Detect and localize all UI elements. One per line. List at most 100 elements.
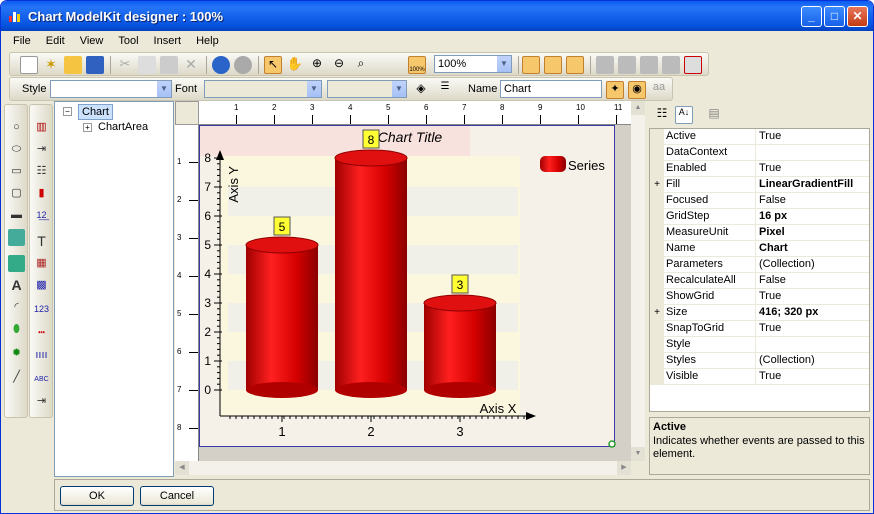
pan-hand-icon[interactable]: ✋ — [286, 56, 304, 74]
save-icon[interactable] — [86, 56, 104, 74]
tick-marks-icon[interactable]: ıııı — [33, 347, 50, 364]
tree-expand-icon[interactable]: + — [83, 123, 92, 132]
column-bar-icon[interactable]: ▩ — [33, 277, 50, 294]
number-list-icon[interactable]: 1̲2̲ — [33, 207, 50, 224]
cancel-button[interactable]: Cancel — [140, 486, 214, 506]
number-tool-icon[interactable]: 123 — [33, 301, 50, 318]
stacked-bar-icon[interactable]: ▦ — [33, 255, 50, 272]
ruler-icon[interactable] — [566, 56, 584, 74]
property-value[interactable]: True — [755, 321, 784, 337]
property-row-datacontext[interactable]: DataContext — [650, 145, 869, 161]
eye-icon[interactable]: ◉ — [628, 81, 646, 99]
property-value[interactable]: (Collection) — [755, 257, 818, 273]
property-row-measureunit[interactable]: MeasureUnit Pixel — [650, 225, 869, 241]
maximize-button[interactable]: □ — [824, 6, 845, 27]
rounded-rect-tool-icon[interactable]: ▢ — [8, 185, 25, 202]
rect-tool-icon[interactable]: ▭ — [8, 163, 25, 180]
undo-icon[interactable] — [212, 56, 230, 74]
delete-icon[interactable]: ✕ — [182, 56, 200, 74]
shape-tool-icon[interactable]: ⬮ — [8, 321, 25, 338]
vertical-scrollbar[interactable]: ▲ ▼ — [631, 101, 645, 461]
property-value[interactable]: True — [755, 289, 784, 305]
dash-line-icon[interactable]: ┅ — [33, 325, 50, 342]
scroll-right-icon[interactable]: ▶ — [617, 461, 631, 475]
menu-file[interactable]: File — [5, 32, 38, 47]
line-style-icon[interactable]: ☰ — [436, 81, 454, 99]
fill-bucket-icon[interactable]: ◈ — [412, 81, 430, 99]
expand-icon[interactable]: + — [650, 177, 664, 193]
alphabetical-icon[interactable]: A↓ — [675, 106, 693, 124]
bring-front-icon[interactable] — [596, 56, 614, 74]
property-row-styles[interactable]: Styles (Collection) — [650, 353, 869, 369]
redo-icon[interactable] — [234, 56, 252, 74]
property-row-name[interactable]: Name Chart — [650, 241, 869, 257]
property-value[interactable]: True — [755, 129, 784, 145]
expand-icon[interactable]: + — [650, 305, 664, 321]
chart-tool-icon[interactable]: ▥ — [33, 119, 50, 136]
cut-icon[interactable]: ✂ — [116, 56, 134, 74]
lightbulb-icon[interactable]: ✦ — [606, 81, 624, 99]
new-icon[interactable] — [20, 56, 38, 74]
paste-icon[interactable] — [160, 56, 178, 74]
panel-tool-icon[interactable]: ▬ — [8, 207, 25, 224]
menu-insert[interactable]: Insert — [146, 32, 189, 47]
send-back-icon[interactable] — [618, 56, 636, 74]
zoom-rect-icon[interactable]: ⌕ — [352, 56, 370, 74]
text-tool-icon[interactable]: T — [33, 233, 50, 250]
menu-edit[interactable]: Edit — [38, 32, 72, 47]
pointer-icon[interactable]: ↖ — [264, 56, 282, 74]
font-case-icon[interactable]: aa — [650, 81, 668, 99]
property-row-size[interactable]: + Size 416; 320 px — [650, 305, 869, 321]
horizontal-scrollbar[interactable]: ◀ ▶ — [175, 461, 631, 475]
menu-help[interactable]: Help — [188, 32, 226, 47]
font-select[interactable]: ▼ — [204, 80, 322, 98]
title-bar[interactable]: Chart ModelKit designer : 100% _ □ ✕ — [1, 1, 873, 31]
grid-icon[interactable] — [522, 56, 540, 74]
property-value[interactable]: 416; 320 px — [755, 305, 821, 321]
scroll-down-icon[interactable]: ▼ — [631, 447, 645, 461]
menu-tool[interactable]: Tool — [110, 32, 145, 47]
property-row-focused[interactable]: Focused False — [650, 193, 869, 209]
property-row-style[interactable]: Style — [650, 337, 869, 353]
menu-view[interactable]: View — [72, 32, 111, 47]
categorized-icon[interactable]: ☷ — [653, 106, 671, 124]
scroll-up-icon[interactable]: ▲ — [631, 101, 645, 115]
property-pages-icon[interactable]: ▤ — [705, 106, 723, 124]
name-field[interactable]: Chart — [500, 80, 602, 98]
copy-icon[interactable] — [138, 56, 156, 74]
legend-tool-icon[interactable]: ☷ — [33, 163, 50, 180]
label-tool-icon[interactable]: A — [8, 277, 25, 294]
property-row-active[interactable]: Active True — [650, 129, 869, 145]
chart-area[interactable]: Chart Title 0 1 2 3 4 5 6 7 8 Axis Y Axis X 5 1 8 2 3 3 Se… — [199, 125, 616, 448]
close-button[interactable]: ✕ — [847, 6, 868, 27]
abc-tool-icon[interactable]: ABC — [33, 371, 50, 388]
style-select[interactable]: ▼ — [50, 80, 172, 98]
property-value[interactable]: Chart — [755, 241, 791, 257]
property-row-snaptogrid[interactable]: SnapToGrid True — [650, 321, 869, 337]
property-value[interactable] — [755, 337, 762, 353]
property-row-enabled[interactable]: Enabled True — [650, 161, 869, 177]
align-icon[interactable] — [640, 56, 658, 74]
distribute-icon[interactable] — [662, 56, 680, 74]
gauge-tool-icon[interactable]: ✹ — [8, 345, 25, 362]
tree-node-chartarea[interactable]: ChartArea — [98, 121, 148, 133]
zoom-select[interactable]: 100% ▼ — [434, 55, 512, 73]
line-tool-icon[interactable]: ╱ — [8, 369, 25, 386]
property-row-recalculateall[interactable]: RecalculateAll False — [650, 273, 869, 289]
arrow-tool-icon[interactable]: ⇥ — [33, 393, 50, 410]
property-value[interactable]: True — [755, 369, 784, 385]
property-row-visible[interactable]: Visible True — [650, 369, 869, 385]
open-folder-icon[interactable] — [64, 56, 82, 74]
property-row-showgrid[interactable]: ShowGrid True — [650, 289, 869, 305]
validate-icon[interactable] — [684, 56, 702, 74]
arc-tool-icon[interactable]: ◜ — [8, 299, 25, 316]
property-row-gridstep[interactable]: GridStep 16 px — [650, 209, 869, 225]
image-tool-icon[interactable] — [8, 229, 25, 246]
property-value[interactable]: 16 px — [755, 209, 790, 225]
property-value[interactable]: Pixel — [755, 225, 788, 241]
tree-node-chart[interactable]: Chart — [78, 104, 113, 120]
tree-collapse-icon[interactable]: − — [63, 107, 72, 116]
ok-button[interactable]: OK — [60, 486, 134, 506]
zoom-out-icon[interactable]: ⊖ — [330, 56, 348, 74]
picture-tool-icon[interactable] — [8, 255, 25, 272]
